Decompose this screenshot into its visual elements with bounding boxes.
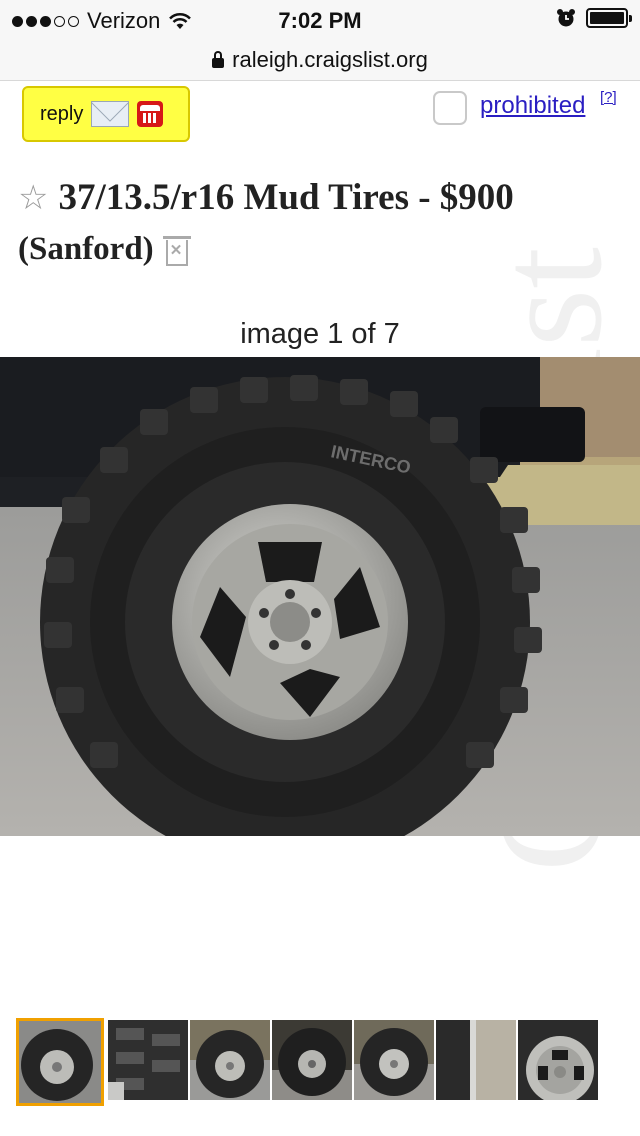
- alarm-clock-icon: [557, 9, 575, 27]
- star-favorite-icon[interactable]: ☆: [18, 178, 48, 218]
- envelope-icon: [91, 101, 130, 127]
- flag-checkbox[interactable]: [433, 91, 467, 125]
- lock-icon: [212, 50, 225, 68]
- thumbnail-2[interactable]: [108, 1020, 188, 1100]
- thumbnail-strip: [16, 1018, 616, 1106]
- address-bar[interactable]: raleigh.craigslist.org: [0, 40, 640, 81]
- reply-label: reply: [40, 102, 84, 125]
- posting-location: (Sanford): [18, 231, 154, 267]
- thumbnail-6[interactable]: [436, 1020, 516, 1100]
- battery-icon: [586, 8, 632, 28]
- main-photo[interactable]: INTERCO: [0, 357, 640, 836]
- posting-title-text: 37/13.5/r16 Mud Tires - $900: [58, 177, 514, 218]
- reply-button[interactable]: reply: [22, 86, 190, 142]
- status-bar: Verizon 7:02 PM: [0, 0, 640, 40]
- image-counter: image 1 of 7: [240, 318, 400, 350]
- thumbnail-7[interactable]: [518, 1020, 598, 1100]
- url-text: raleigh.craigslist.org: [232, 47, 428, 72]
- trash-hide-icon[interactable]: [162, 235, 191, 266]
- posting-title: ☆ 37/13.5/r16 Mud Tires - $900 (Sanford): [18, 176, 618, 268]
- help-link[interactable]: [?]: [600, 89, 617, 106]
- thumbnail-4[interactable]: [272, 1020, 352, 1100]
- thumbnail-1[interactable]: [16, 1018, 104, 1106]
- tire-photo-image: INTERCO: [0, 357, 640, 836]
- thumbnail-3[interactable]: [190, 1020, 270, 1100]
- telephone-icon: [137, 101, 164, 127]
- status-time: 7:02 PM: [278, 8, 362, 33]
- prohibited-link[interactable]: prohibited: [480, 92, 585, 120]
- thumbnail-5[interactable]: [354, 1020, 434, 1100]
